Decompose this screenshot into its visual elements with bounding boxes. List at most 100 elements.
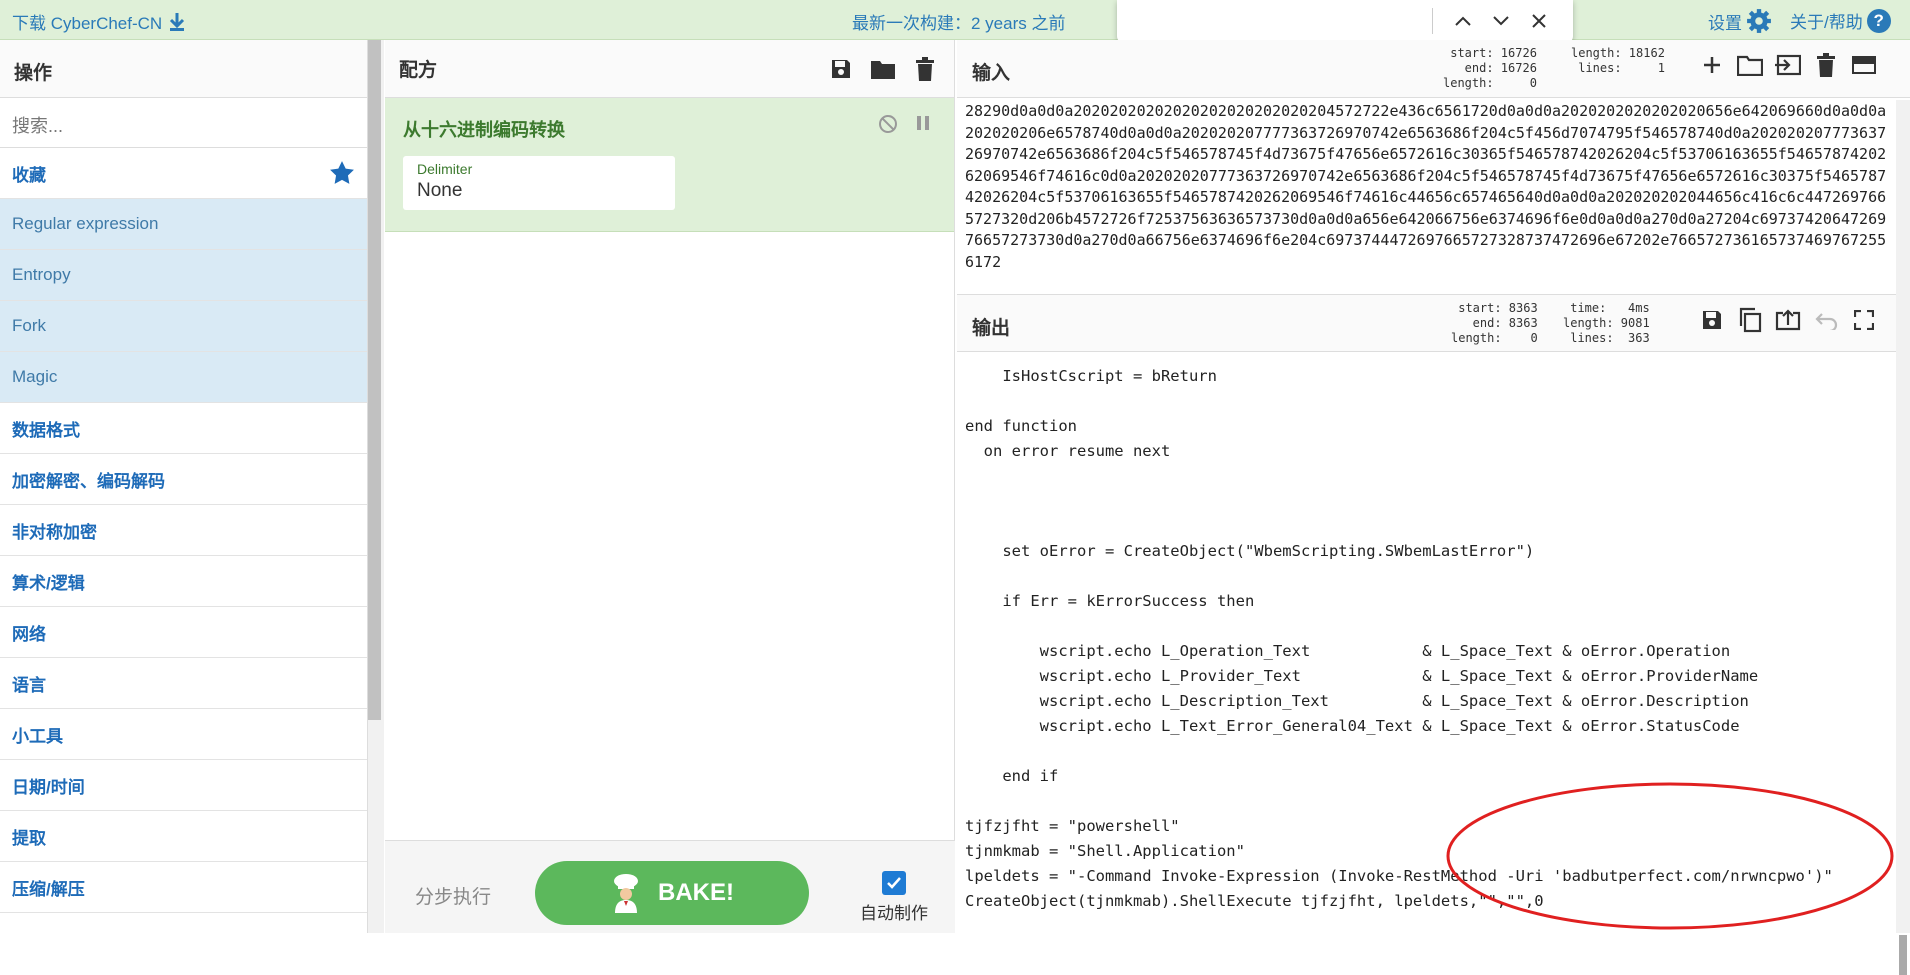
operation-label: 压缩/解压 xyxy=(12,879,85,899)
category-item[interactable]: 非对称加密 xyxy=(0,505,367,556)
find-close-button[interactable] xyxy=(1525,8,1553,34)
recipe-panel: 配方 从十六进制编码转换 Delimiter None 分步执行 BAKE! 自… xyxy=(385,40,955,933)
save-output-button[interactable] xyxy=(1697,305,1727,335)
category-item[interactable]: 算术/逻辑 xyxy=(0,556,367,607)
folder-icon xyxy=(871,60,895,79)
build-info: 最新一次构建：2 years 之前 xyxy=(852,14,1066,33)
copy-icon xyxy=(1739,307,1762,333)
about-help-label: 关于/帮助 xyxy=(1790,13,1863,32)
input-textarea[interactable]: 28290d0a0d0a2020202020202020202020202020… xyxy=(961,100,1891,272)
settings-label: 设置 xyxy=(1708,13,1742,33)
output-header: 输出 start: 8363 end: 8363 length: 0 time:… xyxy=(957,294,1910,352)
bake-button[interactable]: BAKE! xyxy=(535,861,809,925)
undo-icon xyxy=(1815,313,1838,330)
replace-input-button[interactable] xyxy=(1773,305,1803,335)
category-item[interactable]: 小工具 xyxy=(0,709,367,760)
find-next-button[interactable] xyxy=(1487,8,1515,34)
settings-link[interactable]: 设置 xyxy=(1708,8,1772,34)
output-length-stats: time: 4ms length: 9081 lines: 363 xyxy=(1563,301,1650,345)
input-header: 输入 start: 16726 end: 16726 length: 0 len… xyxy=(957,40,1910,98)
layout-icon xyxy=(1852,56,1876,74)
operation-label: 算术/逻辑 xyxy=(12,573,85,593)
gear-icon xyxy=(1747,9,1771,33)
about-help-link[interactable]: 关于/帮助 ? xyxy=(1790,8,1891,33)
pause-operation-button[interactable] xyxy=(916,114,930,139)
clear-recipe-button[interactable] xyxy=(910,54,940,84)
reset-layout-button[interactable] xyxy=(1849,50,1879,80)
operation-label: 收藏 xyxy=(12,165,46,185)
bake-label: BAKE! xyxy=(658,879,734,906)
recipe-title: 配方 xyxy=(399,60,438,81)
output-scrollbar[interactable] xyxy=(1896,100,1910,975)
plus-icon xyxy=(1704,57,1720,73)
operation-label: 网络 xyxy=(12,624,46,644)
operation-label: 语言 xyxy=(12,675,46,695)
recipe-operation-name: 从十六进制编码转换 xyxy=(403,120,565,140)
operations-panel: 操作 搜索... 收藏 Regular expression Entropy Fork… xyxy=(0,40,368,933)
step-button[interactable]: 分步执行 xyxy=(415,882,491,909)
close-icon xyxy=(1532,14,1546,28)
auto-bake-checkbox[interactable] xyxy=(882,871,906,895)
operation-label: 日期/时间 xyxy=(12,777,85,797)
open-file-button[interactable] xyxy=(1773,50,1803,80)
category-item[interactable]: 日期/时间 xyxy=(0,760,367,811)
trash-icon xyxy=(916,56,934,81)
io-panel: 输入 start: 16726 end: 16726 length: 0 len… xyxy=(957,40,1910,975)
checkmark-icon xyxy=(887,877,901,889)
favourite-operation[interactable]: Fork xyxy=(0,301,367,352)
load-recipe-button[interactable] xyxy=(868,54,898,84)
open-folder-button[interactable] xyxy=(1735,50,1765,80)
operation-label: Regular expression xyxy=(12,214,159,233)
bake-bar: 分步执行 BAKE! 自动制作 xyxy=(385,840,955,933)
download-link[interactable]: 下载 CyberChef-CN xyxy=(12,9,186,34)
help-icon: ? xyxy=(1866,8,1891,33)
copy-output-button[interactable] xyxy=(1735,305,1765,335)
upload-icon xyxy=(1775,309,1801,331)
operations-list: 收藏 Regular expression Entropy Fork Magic 数据格式… xyxy=(0,148,367,913)
category-item[interactable]: 压缩/解压 xyxy=(0,862,367,913)
operation-label: Magic xyxy=(12,367,58,386)
disable-operation-button[interactable] xyxy=(878,114,898,139)
delimiter-select[interactable]: Delimiter None xyxy=(403,156,675,210)
favourite-operation[interactable]: Entropy xyxy=(0,250,367,301)
category-item[interactable]: 收藏 xyxy=(0,148,367,199)
output-textarea[interactable]: IsHostCscript = bReturn end function on … xyxy=(961,356,1891,933)
category-item[interactable]: 网络 xyxy=(0,607,367,658)
favourite-operation[interactable]: Regular expression xyxy=(0,199,367,250)
download-icon xyxy=(170,12,185,31)
undo-button[interactable] xyxy=(1811,305,1841,335)
add-input-tab-button[interactable] xyxy=(1697,50,1727,80)
delimiter-label: Delimiter xyxy=(417,161,473,177)
save-recipe-button[interactable] xyxy=(826,54,856,84)
chef-icon xyxy=(614,874,638,913)
operation-label: 加密解密、编码解码 xyxy=(12,471,165,491)
category-item[interactable]: 语言 xyxy=(0,658,367,709)
auto-bake-toggle[interactable]: 自动制作 xyxy=(849,871,939,924)
operations-title: 操作 xyxy=(0,40,367,98)
star-icon xyxy=(330,161,354,184)
category-item[interactable]: 数据格式 xyxy=(0,403,367,454)
favourite-operation[interactable]: Magic xyxy=(0,352,367,403)
operation-label: 提取 xyxy=(12,828,46,848)
operation-label: Entropy xyxy=(12,265,71,284)
maximise-output-button[interactable] xyxy=(1849,305,1879,335)
category-item[interactable]: 加密解密、编码解码 xyxy=(0,454,367,505)
recipe-operation-from-hex[interactable]: 从十六进制编码转换 Delimiter None xyxy=(385,98,954,232)
operation-label: 非对称加密 xyxy=(12,522,97,542)
delimiter-value: None xyxy=(417,180,463,201)
operation-label: 小工具 xyxy=(12,726,63,746)
category-item[interactable]: 提取 xyxy=(0,811,367,862)
operations-search-input[interactable]: 搜索... xyxy=(0,98,367,148)
find-bar xyxy=(1117,0,1573,44)
recipe-header: 配方 xyxy=(385,40,954,98)
find-previous-button[interactable] xyxy=(1449,8,1477,34)
output-selection-stats: start: 8363 end: 8363 length: 0 xyxy=(1451,301,1538,345)
operation-label: 数据格式 xyxy=(12,420,80,440)
input-title: 输入 xyxy=(972,63,1011,84)
output-scrollbar-thumb[interactable] xyxy=(1899,935,1907,975)
output-title: 输出 xyxy=(972,318,1011,339)
clear-input-button[interactable] xyxy=(1811,50,1841,80)
ops-scrollbar-thumb[interactable] xyxy=(368,40,381,720)
input-file-icon xyxy=(1775,54,1801,76)
chevron-up-icon xyxy=(1455,16,1471,26)
